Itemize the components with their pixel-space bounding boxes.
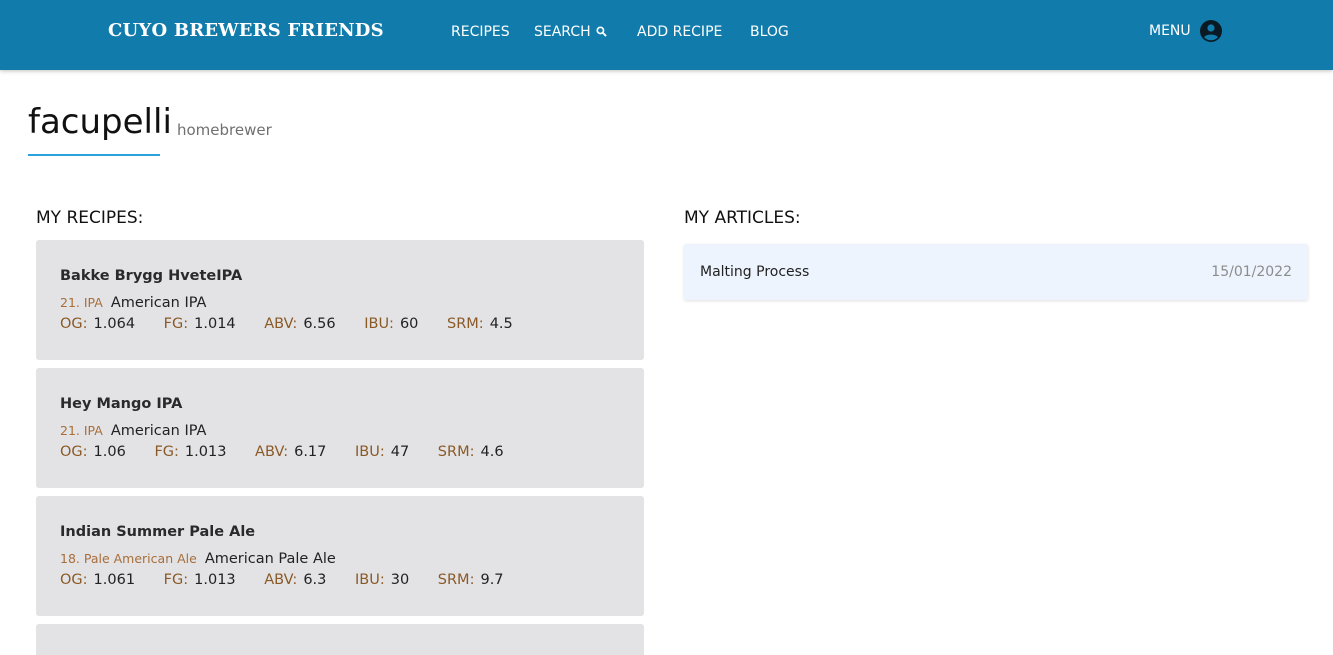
stat-srm: SRM: 4.6	[438, 444, 504, 460]
stat-label: FG:	[154, 444, 179, 460]
menu-button[interactable]: MENU	[1149, 19, 1223, 43]
recipe-card[interactable]: Bakke Brygg HveteIPA 21. IPA American IPA…	[36, 240, 644, 360]
stat-og: OG: 1.064	[60, 316, 135, 332]
account-circle-icon	[1199, 19, 1223, 43]
stat-value: 4.6	[480, 444, 504, 460]
stat-ibu: IBU: 60	[364, 316, 418, 332]
stat-label: ABV:	[264, 316, 298, 332]
stat-label: OG:	[60, 572, 88, 588]
stat-value: 1.013	[194, 572, 236, 588]
stat-label: OG:	[60, 444, 88, 460]
stat-value: 47	[390, 444, 410, 460]
recipe-card[interactable]: Indian Summer Pale Ale 18. Pale American…	[36, 496, 644, 616]
stat-label: ABV:	[255, 444, 289, 460]
stat-ibu: IBU: 47	[355, 444, 409, 460]
recipe-stats: OG: 1.061 FG: 1.013 ABV: 6.3 IBU: 30 SRM: 9.7	[60, 572, 528, 588]
recipe-style: 18. Pale American Ale American Pale Ale	[60, 548, 336, 567]
article-date: 15/01/2022	[1211, 264, 1292, 280]
recipe-card[interactable]: Hey Mango IPA 21. IPA American IPA OG: 1.0…	[36, 368, 644, 488]
my-articles-heading: MY ARTICLES:	[684, 208, 801, 228]
stat-label: IBU:	[355, 444, 385, 460]
stat-value: 60	[399, 316, 419, 332]
stat-abv: ABV: 6.56	[264, 316, 335, 332]
stat-label: FG:	[163, 572, 189, 588]
my-recipes-heading: MY RECIPES:	[36, 208, 144, 228]
recipe-name: Indian Summer Pale Ale	[60, 524, 256, 540]
article-title: Malting Process	[700, 264, 810, 280]
stat-fg: FG: 1.014	[164, 316, 236, 332]
stat-label: OG:	[60, 316, 88, 332]
brand-logo[interactable]: CUYO BREWERS FRIENDS	[108, 20, 384, 41]
nav-recipes[interactable]: RECIPES	[451, 24, 510, 40]
stat-value: 6.3	[303, 572, 327, 588]
stat-srm: SRM: 9.7	[438, 572, 504, 588]
recipe-name: Bakke Brygg HveteIPA	[60, 268, 243, 284]
recipe-style: 21. IPA American IPA	[60, 420, 206, 439]
stat-label: FG:	[163, 316, 189, 332]
stat-value: 6.17	[294, 444, 327, 460]
stat-og: OG: 1.061	[60, 572, 135, 588]
stat-value: 1.061	[93, 572, 136, 588]
stat-label: ABV:	[264, 572, 298, 588]
recipe-card[interactable]	[36, 624, 644, 655]
recipe-stats: OG: 1.064 FG: 1.014 ABV: 6.56 IBU: 60 SRM: 4.…	[60, 316, 537, 332]
style-code: 21. IPA	[60, 295, 103, 310]
top-navbar: CUYO BREWERS FRIENDS RECIPES SEARCH ADD …	[0, 0, 1333, 70]
stat-abv: ABV: 6.17	[255, 444, 326, 460]
recipe-stats: OG: 1.06 FG: 1.013 ABV: 6.17 IBU: 47 SRM: 4.6	[60, 444, 528, 460]
nav-blog[interactable]: BLOG	[750, 24, 789, 40]
nav-search[interactable]: SEARCH	[534, 24, 607, 40]
stat-value: 9.7	[480, 572, 504, 588]
stat-value: 6.56	[303, 316, 336, 332]
nav-add-recipe[interactable]: ADD RECIPE	[637, 24, 722, 40]
stat-label: SRM:	[437, 572, 475, 588]
stat-value: 1.06	[93, 444, 126, 460]
search-icon	[596, 26, 607, 37]
style-code: 18. Pale American Ale	[60, 551, 197, 566]
stat-label: SRM:	[437, 444, 475, 460]
stat-srm: SRM: 4.5	[447, 316, 513, 332]
recipe-name: Hey Mango IPA	[60, 396, 183, 412]
stat-value: 1.014	[194, 316, 236, 332]
menu-label: MENU	[1149, 23, 1191, 39]
nav-search-label: SEARCH	[534, 24, 591, 40]
recipe-style: 21. IPA American IPA	[60, 292, 206, 311]
stat-value: 4.5	[489, 316, 513, 332]
stat-value: 1.064	[93, 316, 136, 332]
stat-fg: FG: 1.013	[164, 572, 236, 588]
style-name: American IPA	[110, 295, 207, 311]
stat-ibu: IBU: 30	[355, 572, 409, 588]
article-item[interactable]: Malting Process 15/01/2022	[684, 244, 1308, 300]
style-code: 21. IPA	[60, 423, 103, 438]
stat-value: 30	[390, 572, 410, 588]
stat-label: IBU:	[354, 572, 385, 588]
style-name: American Pale Ale	[204, 551, 336, 567]
stat-label: SRM:	[447, 316, 484, 332]
username-underline	[28, 154, 160, 156]
profile-role: homebrewer	[177, 121, 272, 139]
style-name: American IPA	[110, 423, 207, 439]
profile-username: facupelli	[28, 102, 172, 142]
stat-value: 1.013	[184, 444, 227, 460]
stat-fg: FG: 1.013	[154, 444, 226, 460]
stat-og: OG: 1.06	[60, 444, 126, 460]
stat-abv: ABV: 6.3	[264, 572, 326, 588]
stat-label: IBU:	[364, 316, 394, 332]
